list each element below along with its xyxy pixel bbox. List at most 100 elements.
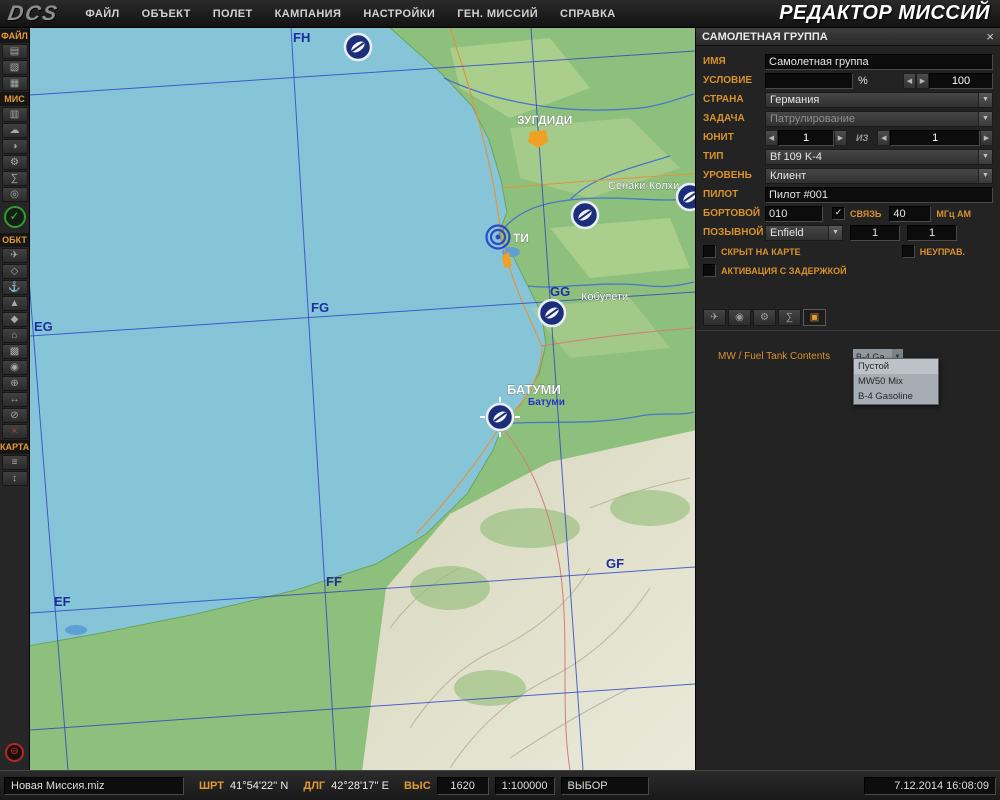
menu-settings[interactable]: НАСТРОЙКИ [352,8,446,20]
map-region[interactable]: FH EG FG GG EF FF GF ЗУГДИДИ Сенаки-Колх… [30,28,695,770]
unit-total-value: 1 [890,130,980,146]
briefing-icon[interactable]: ▥ [2,107,28,122]
stepper-right-icon[interactable]: ▶ [916,73,929,89]
chevron-down-icon[interactable]: ▼ [978,150,992,164]
menu-mission-generator[interactable]: ГЕН. МИССИЙ [446,8,549,20]
bullseye-icon[interactable]: ⊘ [2,408,28,423]
board-number-input[interactable] [765,206,823,222]
static-object-icon[interactable]: ◆ [2,312,28,327]
helicopter-group-icon[interactable]: ◇ [2,264,28,279]
delete-object-icon[interactable]: × [2,424,28,439]
chevron-down-icon[interactable]: ▼ [828,226,842,240]
unit-stepper[interactable]: ◀ 1 ▶ [765,130,847,146]
measure-icon[interactable]: ↔ [2,392,28,407]
stepper-left-icon[interactable]: ◀ [877,130,890,146]
mode-indicator-box: ВЫБОР [561,777,649,795]
fuel-option-empty[interactable]: Пустой [854,359,938,374]
aircraft-type-dropdown[interactable]: Bf 109 K-4 ▼ [765,149,993,165]
uncontrolled-checkbox[interactable] [902,245,915,258]
systems-tab-icon: ⚙ [760,312,769,323]
close-icon[interactable]: × [986,30,994,43]
callsign-label: ПОЗЫВНОЙ [703,227,765,238]
menu-campaign[interactable]: КАМПАНИЯ [264,8,353,20]
condition-label: УСЛОВИЕ [703,75,765,86]
condition-input[interactable] [765,73,853,89]
stepper-right-icon[interactable]: ▶ [980,130,993,146]
menu-flight[interactable]: ПОЛЕТ [202,8,264,20]
trigger-zone-icon[interactable]: ◉ [2,360,28,375]
menu-object[interactable]: ОБЪЕКТ [131,8,202,20]
panel-header[interactable]: САМОЛЕТНАЯ ГРУППА × [696,28,1000,46]
tab-systems[interactable]: ⚙ [753,309,776,326]
vehicle-group-icon[interactable]: ▲ [2,296,28,311]
map-scale-box[interactable]: 1:100000 [495,777,555,795]
mission-filename-box[interactable]: Новая Миссия.miz [4,777,184,795]
summary-tab-icon: ∑ [786,312,793,323]
new-mission-icon[interactable]: ▤ [2,44,28,59]
country-dropdown[interactable]: Германия ▼ [765,92,993,108]
ship-group-icon[interactable]: ⚓ [2,280,28,295]
fuel-option-mw50[interactable]: MW50 Mix [854,374,938,389]
unit-label: ЮНИТ [703,132,765,143]
chevron-down-icon[interactable]: ▼ [978,93,992,107]
map-canvas[interactable]: FH EG FG GG EF FF GF ЗУГДИДИ Сенаки-Колх… [30,28,695,770]
time-icon[interactable]: ◑ [2,139,28,154]
tab-payload[interactable]: ▣ [803,309,826,326]
tab-aircraft[interactable]: ✈ [703,309,726,326]
pilot-name-input[interactable] [765,187,993,203]
unit-total-stepper[interactable]: ◀ 1 ▶ [877,130,993,146]
task-dropdown[interactable]: Патрулирование ▼ [765,111,993,127]
tab-targeting[interactable]: ◉ [728,309,751,326]
open-mission-icon[interactable]: ▧ [2,60,28,75]
map-layers-icon[interactable]: ≡ [2,455,28,470]
menu-file[interactable]: ФАЙЛ [74,8,130,20]
callsign-number2-input[interactable] [907,225,957,241]
unit-group-icon[interactable] [572,202,598,228]
late-activation-checkbox[interactable] [703,264,716,277]
unit-group-icon[interactable] [539,300,565,326]
fuel-option-b4[interactable]: B-4 Gasoline [854,389,938,404]
weather-icon[interactable]: ☁ [2,123,28,138]
late-activation-row: АКТИВАЦИЯ С ЗАДЕРЖКОЙ [696,261,1000,280]
unit-row: ЮНИТ ◀ 1 ▶ ИЗ ◀ 1 ▶ [696,128,1000,147]
frequency-input[interactable] [889,206,931,222]
minus-circle-icon[interactable]: ⊖ [5,743,24,762]
of-label: ИЗ [856,133,868,143]
chevron-down-icon[interactable]: ▼ [978,169,992,183]
stepper-left-icon[interactable]: ◀ [765,130,778,146]
unit-group-icon[interactable] [345,34,371,60]
airfield-icon[interactable]: ⌂ [2,328,28,343]
datetime-box: 7.12.2014 16:08:09 [864,777,996,795]
hidden-on-map-checkbox[interactable] [703,245,716,258]
type-row: ТИП Bf 109 K-4 ▼ [696,147,1000,166]
unit-group-icon[interactable] [677,184,695,210]
comm-checkbox[interactable]: ✓ [832,207,845,220]
unit-value: 1 [778,130,834,146]
probability-value: 100 [929,73,993,89]
grid-label-fg: FG [311,300,329,315]
goals-icon[interactable]: ◎ [2,187,28,202]
city-senaki: Сенаки-Колхи [608,180,679,192]
probability-stepper[interactable]: ◀ ▶ 100 [903,73,993,89]
callsign-dropdown[interactable]: Enfield ▼ [765,225,843,241]
menu-bar: DCS ФАЙЛ ОБЪЕКТ ПОЛЕТ КАМПАНИЯ НАСТРОЙКИ… [0,0,1000,28]
group-name-input[interactable] [765,54,993,70]
airplane-group-icon[interactable]: ✈ [2,248,28,263]
callsign-number1-input[interactable] [850,225,900,241]
fly-mission-button[interactable]: ✓ [4,206,26,228]
name-row: ИМЯ [696,52,1000,71]
menu-help[interactable]: СПРАВКА [549,8,627,20]
waypoint-icon[interactable]: ⊕ [2,376,28,391]
chevron-down-icon[interactable]: ▼ [978,112,992,126]
tab-summary[interactable]: ∑ [778,309,801,326]
summary-icon[interactable]: ∑ [2,171,28,186]
template-icon[interactable]: ▩ [2,344,28,359]
name-label: ИМЯ [703,56,765,67]
group-route-icon[interactable] [487,226,510,249]
map-ruler-icon[interactable]: ↕ [2,471,28,486]
skill-dropdown[interactable]: Клиент ▼ [765,168,993,184]
stepper-right-icon[interactable]: ▶ [834,130,847,146]
stepper-left-icon[interactable]: ◀ [903,73,916,89]
options-icon[interactable]: ⚙ [2,155,28,170]
save-mission-icon[interactable]: ▦ [2,76,28,91]
